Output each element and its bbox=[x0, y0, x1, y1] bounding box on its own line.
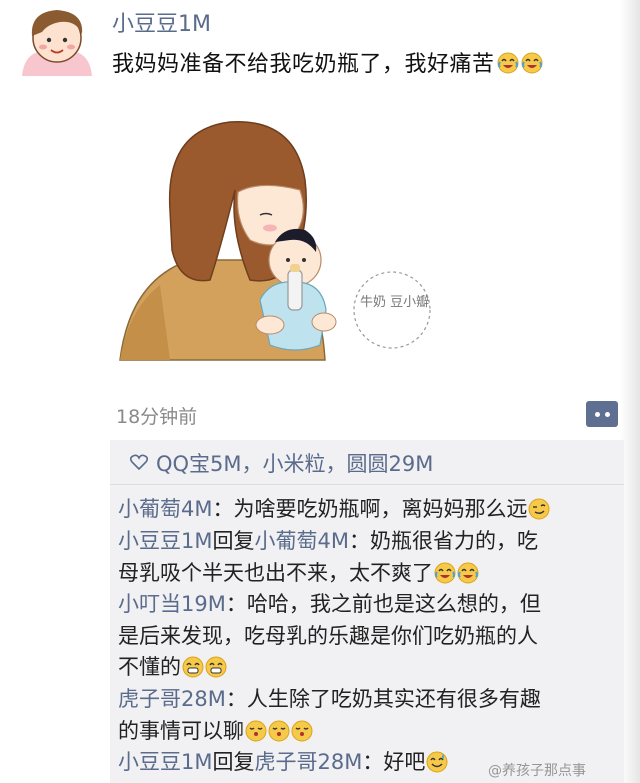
comment-item: 小豆豆1M回复小葡萄4M：奶瓶很省力的，吃母乳吸个半天也出不来，太不爽了 bbox=[118, 526, 624, 593]
comment-text: 人生除了吃奶其实还有很多有趣 bbox=[246, 687, 541, 711]
comment-item: 小葡萄4M：为啥要吃奶瓶啊，离妈妈那么远 bbox=[118, 494, 624, 530]
reply-word: 回复 bbox=[212, 529, 255, 553]
comment-author[interactable]: 小豆豆1M bbox=[118, 529, 212, 553]
reply-to-author[interactable]: 小葡萄4M bbox=[254, 529, 348, 553]
comment-text: 好吧 bbox=[383, 750, 426, 774]
comment-text: 是后来发现，吃母乳的乐趣是你们吃奶瓶的人 bbox=[118, 623, 538, 648]
comment-sep: ： bbox=[362, 750, 384, 774]
likes-row: QQ宝5M，小米粒，圆圆29M bbox=[110, 440, 624, 485]
comment-text: 哈哈，我之前也是这么想的，但 bbox=[246, 592, 541, 616]
more-dot-icon bbox=[594, 411, 600, 417]
comment-author[interactable]: 小叮当19M bbox=[118, 592, 226, 616]
avatar[interactable] bbox=[18, 4, 96, 78]
grin-emoji-icon bbox=[205, 656, 227, 688]
watermark: @养孩子那点事 bbox=[488, 763, 586, 779]
laugh-cry-emoji-icon bbox=[497, 52, 519, 80]
post-image-mother-feeding-baby[interactable]: 牛奶 豆小瓣 bbox=[110, 110, 440, 370]
comment-sep: ： bbox=[225, 687, 247, 711]
comment-item: 虎子哥28M：人生除了吃奶其实还有很多有趣 的事情可以聊 bbox=[118, 684, 624, 751]
grin-emoji-icon bbox=[182, 656, 204, 688]
reply-to-author[interactable]: 虎子哥28M bbox=[254, 750, 362, 774]
post-text-body: 我妈妈准备不给我吃奶瓶了，我好痛苦 bbox=[112, 52, 495, 77]
sweat-smile-emoji-icon bbox=[426, 751, 448, 783]
comment-author[interactable]: 小豆豆1M bbox=[118, 750, 212, 774]
comment-panel: QQ宝5M，小米粒，圆圆29M 小葡萄4M：为啥要吃奶瓶啊，离妈妈那么远 小豆豆… bbox=[110, 440, 624, 783]
more-dot-icon bbox=[604, 411, 610, 417]
likes-names[interactable]: QQ宝5M，小米粒，圆圆29M bbox=[156, 448, 433, 478]
comment-text: 奶瓶很省力的，吃 bbox=[369, 529, 538, 553]
comment-more-button[interactable] bbox=[586, 401, 618, 427]
comment-text: 不懂的 bbox=[118, 655, 181, 679]
post-timestamp: 18分钟前 bbox=[116, 406, 198, 428]
comment-item: 小叮当19M：哈哈，我之前也是这么想的，但是后来发现，吃母乳的乐趣是你们吃奶瓶的… bbox=[118, 589, 624, 688]
comment-text: 为啥要吃奶瓶啊，离妈妈那么远 bbox=[233, 497, 528, 521]
post-text: 我妈妈准备不给我吃奶瓶了，我好痛苦 bbox=[112, 46, 543, 80]
comment-sep: ： bbox=[225, 592, 247, 616]
comment-author[interactable]: 小葡萄4M bbox=[118, 497, 212, 521]
comment-text: 的事情可以聊 bbox=[118, 718, 244, 743]
comment-author[interactable]: 虎子哥28M bbox=[118, 687, 226, 711]
post-username[interactable]: 小豆豆1M bbox=[112, 6, 211, 38]
smirk-emoji-icon bbox=[528, 498, 550, 530]
laugh-cry-emoji-icon bbox=[521, 52, 543, 80]
stamp-text-1: 牛奶 豆小瓣 bbox=[360, 295, 429, 310]
heart-outline-icon[interactable] bbox=[130, 454, 148, 470]
comment-sep: ： bbox=[348, 529, 370, 553]
comment-text: 母乳吸个半天也出不来，太不爽了 bbox=[118, 560, 433, 585]
reply-word: 回复 bbox=[212, 750, 255, 774]
comment-sep: ： bbox=[212, 497, 234, 521]
